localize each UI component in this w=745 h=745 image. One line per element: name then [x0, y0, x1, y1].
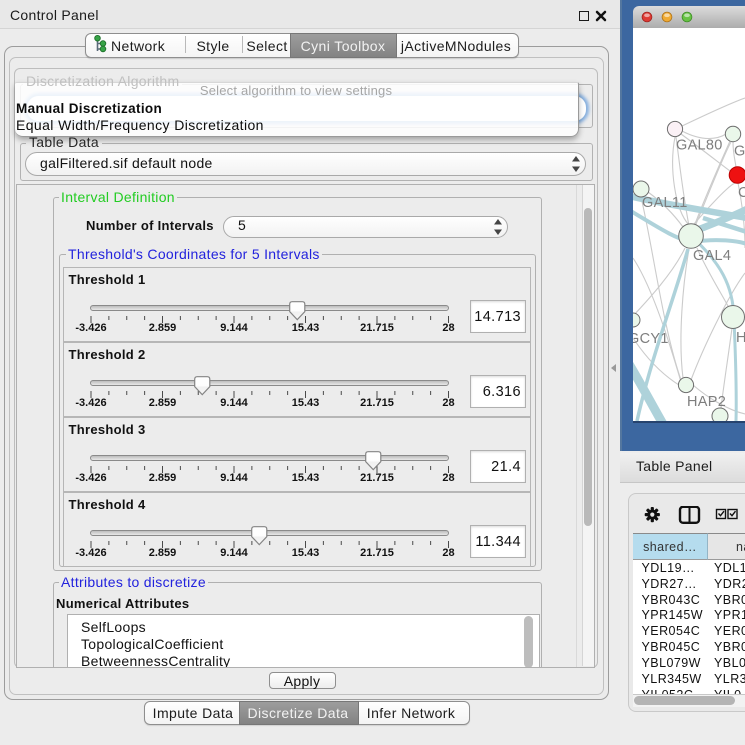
svg-text:GAL4: GAL4 [693, 248, 731, 264]
svg-text:H: H [736, 330, 745, 346]
svg-text:GA: GA [734, 144, 745, 160]
svg-text:GAL80: GAL80 [676, 138, 723, 154]
svg-text:HAP2: HAP2 [687, 394, 726, 410]
svg-text:C: C [738, 185, 745, 201]
svg-text:GCY1: GCY1 [633, 331, 669, 347]
svg-text:GAL11: GAL11 [642, 195, 688, 211]
